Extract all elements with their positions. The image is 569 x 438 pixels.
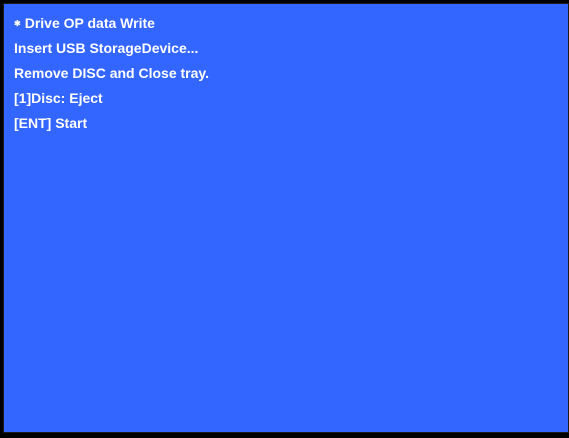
option-enter-start[interactable]: [ENT] Start xyxy=(14,116,87,130)
screen-frame: ✱ Drive OP data Write Insert USB StorageD… xyxy=(0,0,569,438)
menu-title: ✱ Drive OP data Write xyxy=(14,16,155,30)
service-mode-screen: ✱ Drive OP data Write Insert USB StorageD… xyxy=(3,3,569,433)
menu-title-label: Drive OP data Write xyxy=(24,15,155,31)
instruction-insert-usb: Insert USB StorageDevice... xyxy=(14,40,199,56)
option-disc-eject[interactable]: [1]Disc: Eject xyxy=(14,91,103,105)
bullet-icon: ✱ xyxy=(14,19,21,28)
instruction-remove-disc: Remove DISC and Close tray. xyxy=(14,65,210,81)
